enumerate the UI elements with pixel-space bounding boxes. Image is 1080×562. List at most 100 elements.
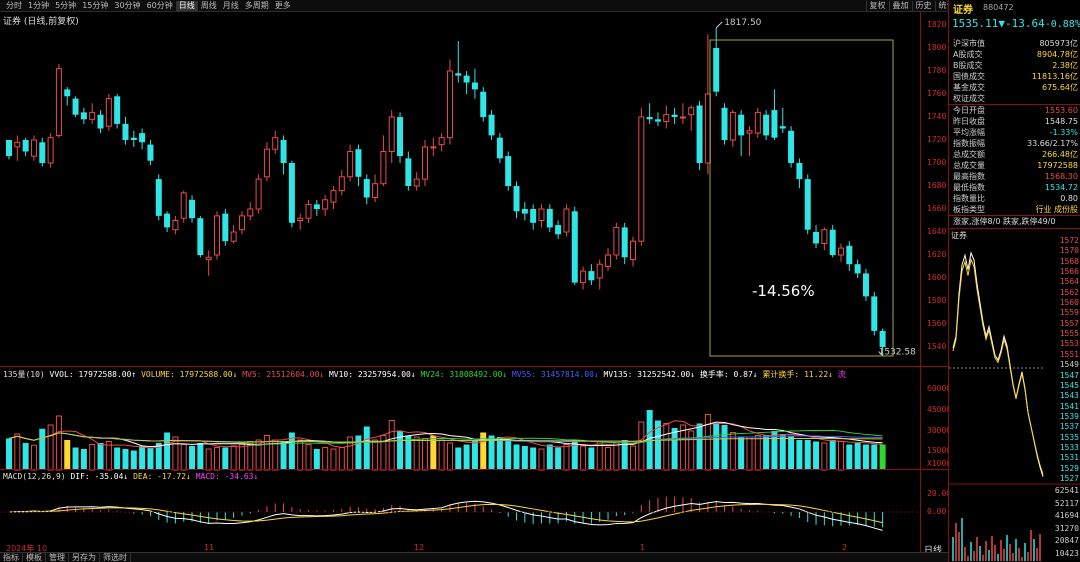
mini-price-tick: 1529 <box>1059 463 1079 473</box>
price-tick: 1640 <box>927 227 947 236</box>
volume-bar <box>297 439 304 471</box>
candle-body <box>754 111 761 134</box>
mini-volume-tick: 10423 <box>1054 549 1079 558</box>
tool-button[interactable]: 复权 <box>865 1 889 11</box>
mini-price-tick: 1549 <box>1059 360 1079 370</box>
volume-bar <box>580 445 587 471</box>
volume-indicator-title: 135量(10) VVOL: 17972588.00↑ VOLUME: 1797… <box>3 369 846 380</box>
candle-body <box>538 208 545 221</box>
candle-body <box>255 178 262 210</box>
volume-bar <box>729 432 736 471</box>
candle-body <box>605 254 612 267</box>
volume-bar <box>480 432 487 470</box>
candle-body <box>821 229 828 244</box>
volume-bar <box>879 444 886 470</box>
candle-body <box>555 225 562 235</box>
bottom-tab[interactable]: 指标 <box>0 553 23 562</box>
candle-body <box>854 264 861 274</box>
candle-body <box>22 140 29 152</box>
period-tabs: 分时 1分钟 5分钟 15分钟 30分钟 60分钟 日线 周线 月线 多周期 更多 <box>3 1 294 11</box>
candle-body <box>630 240 636 261</box>
candle-body <box>738 114 745 136</box>
bottom-tab[interactable]: 另存为 <box>69 553 100 562</box>
period-tab[interactable]: 30分钟 <box>111 1 143 11</box>
mini-price-tick: 1562 <box>1059 287 1079 297</box>
stats-key: 总成交量 <box>953 161 985 170</box>
range-change-annotation: -14.56% <box>752 282 815 300</box>
candle-body <box>97 114 104 129</box>
period-tab[interactable]: 更多 <box>272 1 294 11</box>
period-tab[interactable]: 月线 <box>220 1 242 11</box>
volume-bar <box>80 449 87 470</box>
period-tab[interactable]: 15分钟 <box>79 1 111 11</box>
candle-body <box>72 98 79 115</box>
volume-bar <box>55 415 62 471</box>
candle-body <box>496 137 503 159</box>
stats-row: 板指类型 行业 成份股 <box>949 204 1080 215</box>
intraday-mini-chart[interactable]: 证券 1572 1570 1568 1566 1564 1562 1560 1559 1557 1… <box>949 228 1080 562</box>
volume-bar <box>555 447 562 470</box>
bottom-tab[interactable]: 模板 <box>23 553 46 562</box>
macd-tick: 0.00 <box>927 507 947 516</box>
candle-body <box>288 163 295 223</box>
volume-bar <box>513 444 520 470</box>
candle-body <box>305 203 312 219</box>
candle-body <box>180 192 187 219</box>
candle-body <box>571 211 578 283</box>
candle-body <box>372 183 379 198</box>
candle-body <box>654 119 661 122</box>
stats-table: 沪深市值 805973亿 A股成交 8904.78亿 B股成交 2.38亿 国债成交 1181… <box>949 38 1080 226</box>
mini-price-tick: 1527 <box>1059 474 1079 483</box>
tool-button[interactable]: 历史 <box>911 1 935 11</box>
candle-body <box>505 156 512 186</box>
candle-body <box>771 110 778 138</box>
stats-value: 8904.78亿 <box>1036 50 1078 59</box>
volume-bar <box>871 444 878 470</box>
price-tick: 1580 <box>927 296 947 305</box>
mini-price-tick: 1543 <box>1059 391 1079 401</box>
candle-body <box>430 146 437 149</box>
volume-bar <box>305 444 312 471</box>
period-tab[interactable]: 5分钟 <box>52 1 79 11</box>
period-tab[interactable]: 周线 <box>198 1 220 11</box>
volume-bar <box>355 435 362 470</box>
volume-bar <box>230 445 237 471</box>
market-breadth: 涨家,涨停8/0 跌家,跌停49/0 <box>949 215 1080 226</box>
period-tab[interactable]: 多周期 <box>242 1 272 11</box>
stats-row: 最高指数 1568.30 <box>949 171 1080 182</box>
mini-price-tick: 1564 <box>1059 277 1079 287</box>
period-tab[interactable]: 60分钟 <box>144 1 176 11</box>
period-tab[interactable]: 日线 <box>175 1 198 11</box>
tool-button[interactable]: 叠加 <box>888 1 912 11</box>
period-tab[interactable]: 分时 <box>3 1 25 11</box>
volume-bar <box>804 440 811 470</box>
volume-bar <box>613 442 620 471</box>
candle-body <box>838 247 844 256</box>
volume-bar <box>197 443 204 470</box>
bottom-tab[interactable]: 管理 <box>46 553 69 562</box>
volume-value: VOLUME: 17972588.00↓ <box>141 370 238 379</box>
candle-body <box>796 163 803 180</box>
candle-body <box>446 70 453 139</box>
stats-value: 675.64亿 <box>1042 83 1078 92</box>
volume-bar <box>505 440 512 470</box>
candle-body <box>247 208 254 217</box>
candle-body <box>130 137 137 140</box>
mini-price-tick: 1566 <box>1059 267 1079 277</box>
mini-price-tick: 1533 <box>1059 442 1079 452</box>
candle-body <box>338 176 345 192</box>
candle-body <box>205 256 212 261</box>
volume-bar <box>854 443 861 470</box>
bottom-tab[interactable]: 筛选时 <box>100 553 131 562</box>
period-tab[interactable]: 1分钟 <box>25 1 52 11</box>
price-change: 1535.11▼-13.64 <box>952 17 1045 30</box>
volume-bar <box>313 449 320 470</box>
volume-bar <box>813 441 820 470</box>
index-price: 1535.11▼-13.64-0.88% <box>952 17 1080 30</box>
candle-body <box>122 123 129 140</box>
volume-bar <box>638 421 645 471</box>
price-tick: 1600 <box>927 273 947 282</box>
candle-body <box>713 48 720 92</box>
stats-key: B股成交 <box>953 61 983 70</box>
candle-body <box>139 133 146 143</box>
